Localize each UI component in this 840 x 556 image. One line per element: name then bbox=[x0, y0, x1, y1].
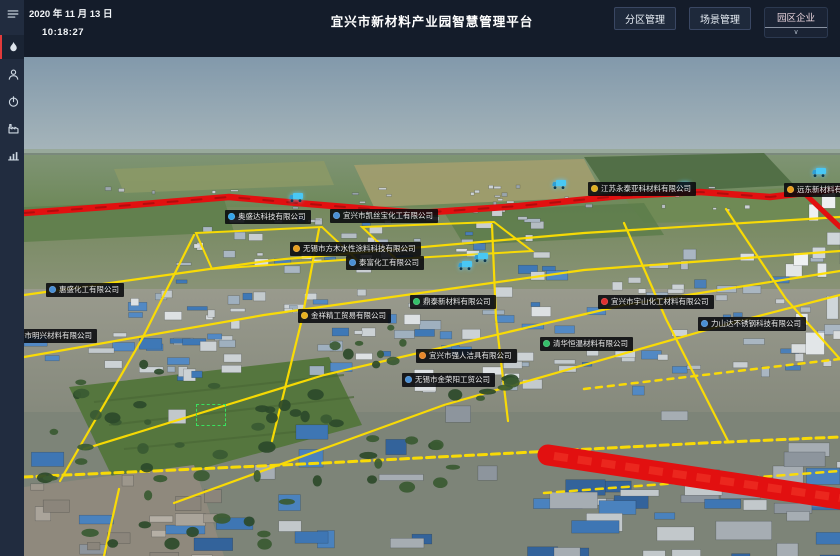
selection-box[interactable] bbox=[196, 404, 226, 426]
company-marker-icon bbox=[787, 186, 794, 193]
company-label-text: 清华恒温材料有限公司 bbox=[553, 340, 628, 348]
company-label[interactable]: 奥盛达科技有限公司 bbox=[225, 210, 311, 224]
company-label-text: 惠盛化工有限公司 bbox=[59, 286, 119, 294]
company-marker-icon bbox=[293, 245, 300, 252]
zone-management-button[interactable]: 分区管理 bbox=[614, 7, 676, 30]
company-label[interactable]: 力山达不锈钢科技有限公司 bbox=[698, 317, 806, 331]
factory-icon[interactable] bbox=[0, 116, 24, 140]
chevron-down-icon: ∨ bbox=[765, 28, 827, 37]
company-label[interactable]: 宜兴市宇山化工材料有限公司 bbox=[598, 295, 714, 309]
company-label-text: 兴市明兴材料有限公司 bbox=[24, 332, 92, 340]
vehicle-marker-icon[interactable] bbox=[552, 177, 567, 195]
company-label[interactable]: 泰富化工有限公司 bbox=[346, 256, 424, 270]
company-marker-icon bbox=[349, 259, 356, 266]
company-marker-icon bbox=[591, 185, 598, 192]
company-label[interactable]: 清华恒温材料有限公司 bbox=[540, 337, 633, 351]
enterprise-dropdown[interactable]: 园区企业 ∨ bbox=[764, 7, 828, 38]
personnel-icon[interactable] bbox=[0, 62, 24, 86]
company-label-text: 宜兴市宇山化工材料有限公司 bbox=[611, 298, 709, 306]
company-label-text: 力山达不锈钢科技有限公司 bbox=[711, 320, 801, 328]
company-marker-icon bbox=[543, 340, 550, 347]
map-viewport[interactable]: 奥盛达科技有限公司 宜兴市凯丝宝化工有限公司无锡市方木水性涂料科技有限公司泰富化工… bbox=[24, 57, 840, 556]
scene-management-button[interactable]: 场景管理 bbox=[689, 7, 751, 30]
top-bar: 2020 年 11 月 13 日 10:18:27 宜兴市新材料产业园智慧管理平… bbox=[24, 0, 840, 57]
company-label-text: 无锡市金荣阳工贸公司 bbox=[415, 376, 490, 384]
sidebar bbox=[0, 0, 24, 556]
company-label-text: 金祥精工贸易有限公司 bbox=[311, 312, 386, 320]
company-marker-icon bbox=[333, 212, 340, 219]
company-marker-icon bbox=[405, 376, 412, 383]
company-label-text: 无锡市方木水性涂料科技有限公司 bbox=[303, 245, 416, 253]
app-window: 2020 年 11 月 13 日 10:18:27 宜兴市新材料产业园智慧管理平… bbox=[0, 0, 840, 556]
company-marker-icon bbox=[301, 312, 308, 319]
company-marker-icon bbox=[413, 298, 420, 305]
company-label[interactable]: 兴市明兴材料有限公司 bbox=[24, 329, 97, 343]
company-label[interactable]: 宜兴市强人洁具有限公司 bbox=[416, 349, 517, 363]
company-label[interactable]: 无锡市方木水性涂料科技有限公司 bbox=[290, 242, 421, 256]
vehicle-marker-icon[interactable] bbox=[458, 258, 473, 276]
company-label-text: 宜兴市强人洁具有限公司 bbox=[429, 352, 512, 360]
statistics-icon[interactable] bbox=[0, 143, 24, 167]
company-marker-icon bbox=[49, 286, 56, 293]
company-marker-icon bbox=[419, 352, 426, 359]
company-label-text: 泰富化工有限公司 bbox=[359, 259, 419, 267]
company-label-text: 奥盛达科技有限公司 bbox=[238, 213, 306, 221]
company-label[interactable]: 金祥精工贸易有限公司 bbox=[298, 309, 391, 323]
company-label[interactable]: 无锡市金荣阳工贸公司 bbox=[402, 373, 495, 387]
company-label-text: 江苏永泰亚科材料有限公司 bbox=[601, 185, 691, 193]
company-label[interactable]: 惠盛化工有限公司 bbox=[46, 283, 124, 297]
company-label[interactable]: 鼎泰新材料有限公司 bbox=[410, 295, 496, 309]
company-label[interactable]: 江苏永泰亚科材料有限公司 bbox=[588, 182, 696, 196]
vehicle-marker-icon[interactable] bbox=[812, 165, 827, 183]
fire-monitor-icon[interactable] bbox=[0, 35, 24, 59]
power-monitor-icon[interactable] bbox=[0, 89, 24, 113]
vehicle-marker-icon[interactable] bbox=[289, 190, 304, 208]
enterprise-dropdown-label: 园区企业 bbox=[765, 10, 827, 28]
company-label[interactable]: 远东新材料有限公司 bbox=[784, 183, 840, 197]
company-marker-icon bbox=[228, 213, 235, 220]
vehicle-marker-icon[interactable] bbox=[474, 250, 489, 268]
company-label-text: 远东新材料有限公司 bbox=[797, 186, 840, 194]
company-label-text: 宜兴市凯丝宝化工有限公司 bbox=[343, 212, 433, 220]
company-label-text: 鼎泰新材料有限公司 bbox=[423, 298, 491, 306]
company-label[interactable]: 宜兴市凯丝宝化工有限公司 bbox=[330, 209, 438, 223]
company-marker-icon bbox=[601, 298, 608, 305]
header-actions: 分区管理场景管理 园区企业 ∨ bbox=[614, 7, 828, 38]
company-marker-icon bbox=[701, 320, 708, 327]
menu-icon[interactable] bbox=[0, 2, 24, 26]
